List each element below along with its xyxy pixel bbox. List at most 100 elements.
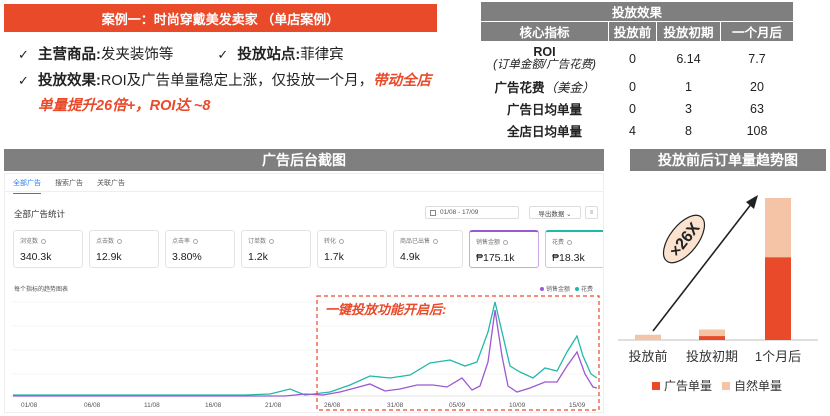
case-bullets: ✓ 主营商品: 发夹装饰等 ✓ 投放站点: 菲律宾 ✓ 投放效果: ROI及广告… xyxy=(18,42,458,119)
help-icon xyxy=(117,238,123,244)
category-label: 投放前 xyxy=(628,349,667,364)
main-goods-value: 发夹装饰等 xyxy=(100,47,174,63)
metric-value: 1.7k xyxy=(324,251,344,263)
metric-card-conversions[interactable]: 转化 1.7k xyxy=(317,230,387,268)
effect-highlight: 带动全店 xyxy=(373,73,432,89)
cell-value: 4 xyxy=(629,123,636,138)
cell-value: 0 xyxy=(629,51,636,66)
cell-value: 8 xyxy=(685,123,692,138)
metric-label: 商品已出售 xyxy=(400,239,431,245)
category-label: 1个月后 xyxy=(755,349,801,364)
bar-organic-orders xyxy=(635,334,661,340)
metric-value: 3.80% xyxy=(172,251,202,263)
help-icon xyxy=(503,239,509,245)
header-early: 投放初期 xyxy=(656,21,721,42)
order-trend-chart: ×26X 投放前 投放初期 1个月后 广告单量 自然单量 xyxy=(618,195,818,393)
spend-line xyxy=(13,301,598,396)
metric-label: 销售金额 xyxy=(476,240,501,246)
metric-card-clicks[interactable]: 点击数 12.9k xyxy=(89,230,159,268)
metric-value: 1.2k xyxy=(248,251,268,263)
effect-highlight-2: 单量提升26倍+，ROI达 ~8 xyxy=(38,98,211,114)
metric-label: 点击率 xyxy=(172,239,191,245)
gmv-line xyxy=(13,309,598,397)
check-icon: ✓ xyxy=(18,73,29,88)
metric-value: ₱18.3k xyxy=(552,252,585,264)
metric-card-items-sold[interactable]: 商品已出售 4.9k xyxy=(393,230,463,268)
metric-card-views[interactable]: 浏览数 340.3k xyxy=(13,230,83,268)
site-label: 投放站点: xyxy=(237,47,301,63)
dashboard-section-title: 广告后台截图 xyxy=(4,149,604,171)
row-label: 全店日均单量 xyxy=(506,125,582,139)
table-row: 全店日均单量 4 8 108 xyxy=(481,120,794,142)
table-row: ROI (订单金额/广告花费) 0 6.14 7.7 xyxy=(481,42,794,76)
metric-card-orders[interactable]: 订单数 1.2k xyxy=(241,230,311,268)
trend-section-title: 投放前后订单量趋势图 xyxy=(630,149,826,171)
row-label: 广告花费（美金） xyxy=(481,76,609,98)
metric-card-gmv[interactable]: 销售金额 ₱175.1k xyxy=(469,230,539,268)
metric-value: 340.3k xyxy=(20,251,52,263)
results-table-title: 投放效果 xyxy=(480,1,794,22)
date-range-picker[interactable]: 01/08 - 17/09 xyxy=(425,206,519,219)
date-range-text: 01/08 - 17/09 xyxy=(440,209,479,216)
metric-label: 转化 xyxy=(324,239,337,245)
x-tick: 15/09 xyxy=(569,402,586,409)
metric-cards: 浏览数 340.3k 点击数 12.9k 点击率 3.80% 订单数 1.2k 转化 1.… xyxy=(13,230,603,268)
x-tick: 26/08 xyxy=(324,402,341,409)
row-label-sub: （美金） xyxy=(544,81,595,95)
row-label-main: 广告花费 xyxy=(494,81,545,95)
x-tick: 05/09 xyxy=(449,402,466,409)
header-metric: 核心指标 xyxy=(480,21,609,42)
main-goods-label: 主营商品: xyxy=(38,47,101,63)
help-icon xyxy=(339,238,345,244)
metric-card-ctr[interactable]: 点击率 3.80% xyxy=(165,230,235,268)
cell-value: 0 xyxy=(629,79,636,94)
cell-value: 1 xyxy=(685,79,692,94)
case-banner: 案例一：时尚穿戴美发卖家 （单店案例） xyxy=(4,4,437,32)
results-table: 投放效果 核心指标 投放前 投放初期 一个月后 ROI (订单金额/广告花费) … xyxy=(480,1,794,142)
x-tick: 10/09 xyxy=(509,402,526,409)
bullet-effect-continued: 单量提升26倍+，ROI达 ~8 xyxy=(18,94,458,119)
legend-swatch-ad xyxy=(652,382,660,390)
calendar-icon xyxy=(430,209,436,216)
dashboard-title: 全部广告统计 xyxy=(14,209,66,219)
check-icon: ✓ xyxy=(217,47,229,62)
metric-card-spend[interactable]: 花费 ₱18.3k xyxy=(545,230,603,268)
check-icon: ✓ xyxy=(18,47,29,62)
help-icon xyxy=(41,238,47,244)
export-data-button[interactable]: 导出数据 ⌄ xyxy=(529,206,581,219)
effect-label: 投放效果: xyxy=(38,73,101,89)
site-value: 菲律宾 xyxy=(300,47,344,63)
legend-ad-orders: 广告单量 xyxy=(664,379,712,393)
table-row: 广告日均单量 0 3 63 xyxy=(481,98,794,120)
cell-value: 0 xyxy=(629,101,636,116)
effect-text: ROI及广告单量稳定上涨，仅投放一个月， xyxy=(100,73,374,89)
table-row: 广告花费（美金） 0 1 20 xyxy=(481,76,794,98)
cell-value: 20 xyxy=(750,79,764,94)
annotation-text: 一键投放功能开启后: xyxy=(325,302,446,317)
row-label: 广告日均单量 xyxy=(506,103,582,117)
x-tick: 31/08 xyxy=(387,402,404,409)
menu-icon[interactable]: ≡ xyxy=(585,206,598,219)
x-tick: 01/08 xyxy=(21,402,38,409)
cell-value: 6.14 xyxy=(676,51,701,66)
metric-label: 点击数 xyxy=(96,239,115,245)
row-label-main: ROI xyxy=(533,44,556,59)
x-tick: 21/08 xyxy=(265,402,282,409)
bullet-main-goods: ✓ 主营商品: 发夹装饰等 ✓ 投放站点: 菲律宾 xyxy=(18,42,458,68)
help-icon xyxy=(567,239,573,245)
category-label: 投放初期 xyxy=(686,349,738,364)
x-tick: 06/08 xyxy=(84,402,101,409)
x-tick: 11/08 xyxy=(144,402,160,409)
metric-label: 订单数 xyxy=(248,239,267,245)
help-icon xyxy=(193,238,199,244)
legend-dot-gmv xyxy=(540,286,544,291)
row-label-sub: (订单金额/广告花费) xyxy=(493,58,596,71)
ads-dashboard-screenshot: 全部广告 搜索广告 关联广告 全部广告统计 01/08 - 17/09 导出数据… xyxy=(4,173,604,413)
cell-value: 7.7 xyxy=(748,51,766,66)
metric-value: 12.9k xyxy=(96,251,122,263)
metric-value: ₱175.1k xyxy=(476,252,515,264)
bar-ad-orders xyxy=(699,336,725,340)
header-before: 投放前 xyxy=(608,21,657,42)
arrow-head-icon xyxy=(746,195,758,209)
help-icon xyxy=(433,238,439,244)
